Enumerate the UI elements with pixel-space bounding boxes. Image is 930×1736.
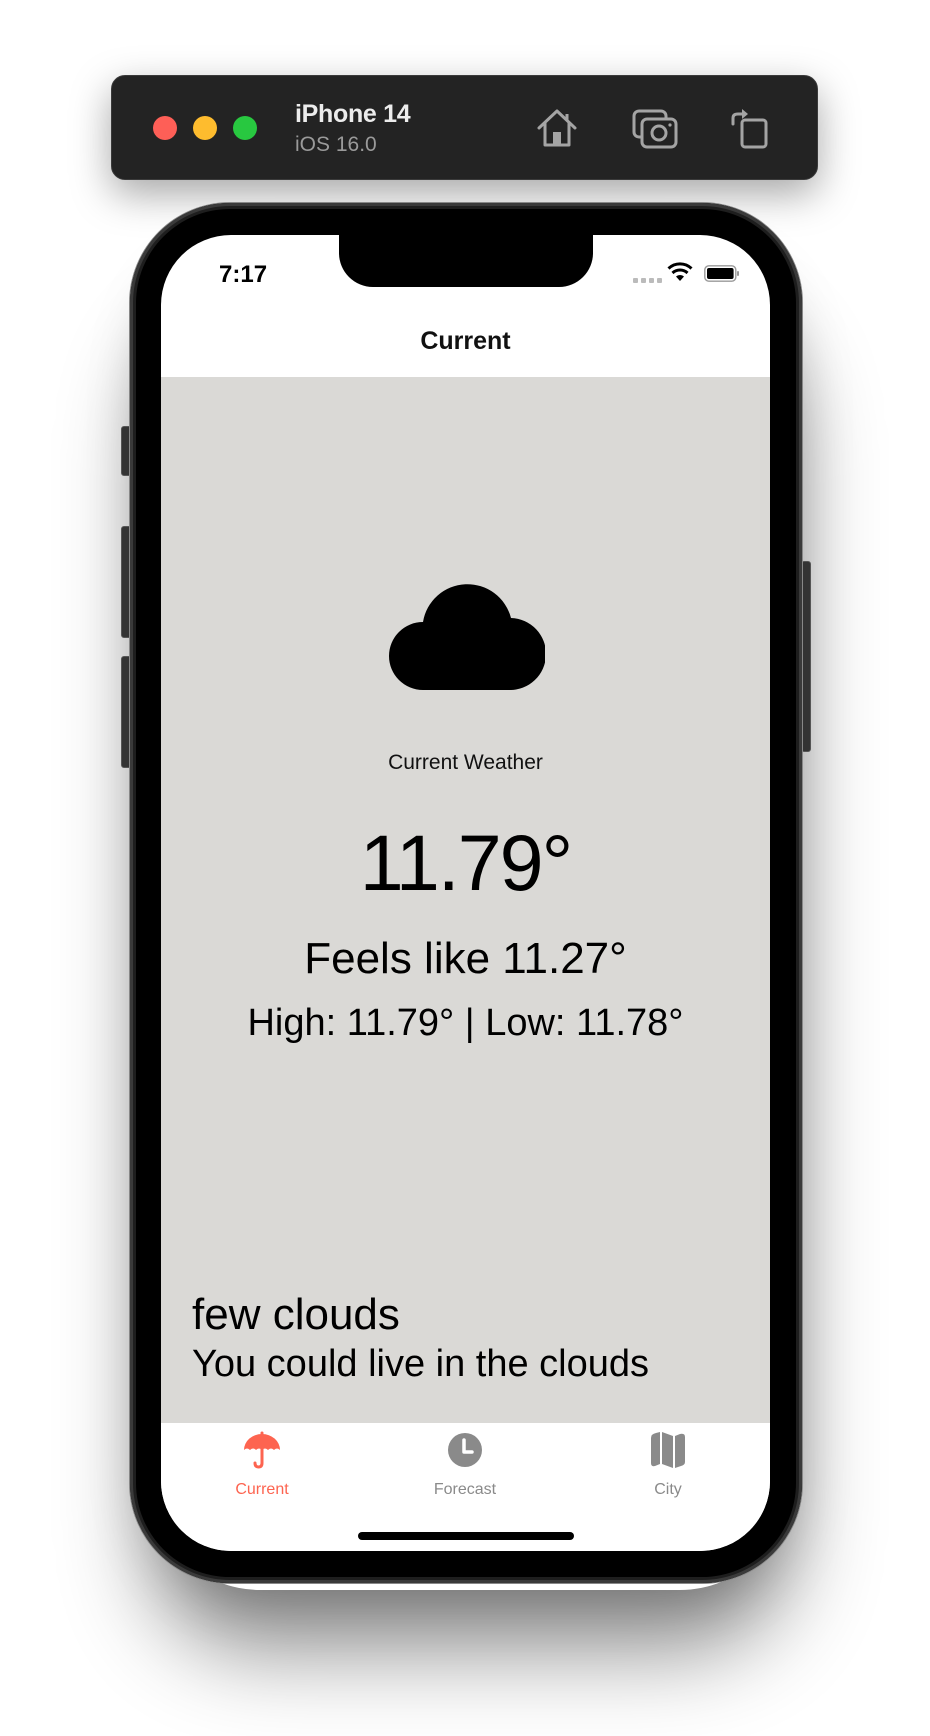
high-low: High: 11.79° | Low: 11.78°	[247, 1002, 684, 1044]
os-version: iOS 16.0	[295, 133, 377, 156]
minimize-window-button[interactable]	[193, 116, 217, 140]
home-button[interactable]	[534, 106, 580, 150]
tab-city[interactable]: City	[593, 1431, 743, 1511]
tab-current[interactable]: Current	[187, 1431, 337, 1511]
cellular-signal-icon	[633, 278, 662, 283]
feels-like: Feels like 11.27°	[304, 934, 627, 983]
screenshot-button[interactable]	[632, 106, 678, 150]
current-weather-label: Current Weather	[388, 751, 543, 774]
umbrella-icon	[244, 1431, 280, 1469]
tab-current-label: Current	[235, 1481, 289, 1498]
weather-tagline: You could live in the clouds	[192, 1343, 650, 1385]
home-indicator[interactable]	[358, 1532, 574, 1540]
house-icon	[537, 109, 577, 147]
status-time: 7:17	[219, 261, 268, 288]
map-icon	[651, 1432, 685, 1468]
wifi-icon	[667, 262, 693, 281]
tab-city-label: City	[654, 1481, 682, 1498]
page-title: Current	[420, 327, 511, 355]
simulator-title-bar: iPhone 14 iOS 16.0	[111, 75, 818, 180]
rotate-icon	[731, 109, 768, 149]
tab-forecast-label: Forecast	[433, 1481, 497, 1498]
temperature: 11.79°	[359, 818, 573, 907]
zoom-window-button[interactable]	[233, 116, 257, 140]
close-window-button[interactable]	[153, 116, 177, 140]
rotate-button[interactable]	[724, 106, 770, 150]
current-weather-panel: Current Weather 11.79° Feels like 11.27°…	[161, 377, 770, 1423]
battery-icon	[704, 265, 739, 282]
camera-icon	[632, 109, 678, 149]
phone-screen: 7:17 Current Current Weather 11.79° Feel…	[161, 235, 770, 1551]
device-name: iPhone 14	[295, 100, 411, 128]
cloud-icon	[389, 584, 545, 690]
clock-icon	[448, 1433, 482, 1467]
tab-forecast[interactable]: Forecast	[390, 1431, 540, 1511]
notch	[339, 235, 593, 287]
weather-description: few clouds	[192, 1290, 400, 1339]
power-button[interactable]	[801, 561, 811, 752]
